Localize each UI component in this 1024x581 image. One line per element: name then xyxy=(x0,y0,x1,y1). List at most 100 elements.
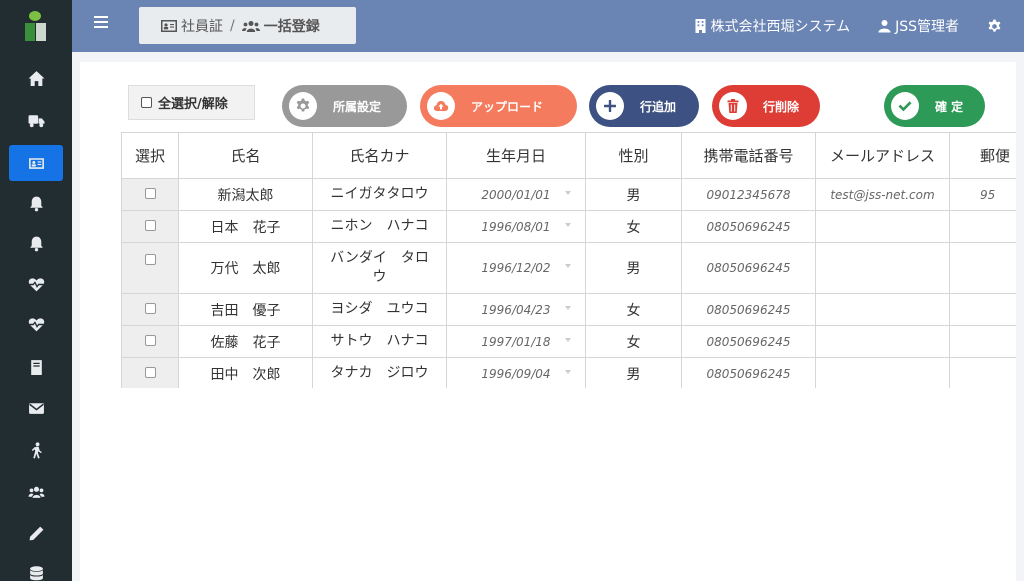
row-checkbox[interactable] xyxy=(144,219,156,231)
kana-cell[interactable]: バンダイ タロウ xyxy=(312,242,447,294)
postal-cell[interactable] xyxy=(949,210,1016,243)
employee-table-container[interactable]: 選択 氏名 氏名カナ 生年月日 性別 携帯電話番号 メールアドレス 郵便 新潟太… xyxy=(121,132,1016,388)
upload-label: アップロード xyxy=(471,99,544,114)
upload-button[interactable]: アップロード xyxy=(420,85,577,127)
email-cell[interactable] xyxy=(815,293,950,326)
email-cell[interactable] xyxy=(815,357,950,388)
kana-cell[interactable]: ニイガタタロウ xyxy=(312,178,447,211)
company-name: 株式会社西堀システム xyxy=(694,16,850,36)
gender-cell[interactable]: 男 xyxy=(585,178,682,211)
postal-cell[interactable]: 95 xyxy=(949,178,1016,211)
dropdown-arrow-icon[interactable] xyxy=(565,264,571,268)
row-checkbox[interactable] xyxy=(144,334,156,346)
heartbeat-icon[interactable] xyxy=(9,306,63,342)
dropdown-arrow-icon[interactable] xyxy=(565,222,571,227)
row-select-cell[interactable] xyxy=(121,325,179,358)
email-cell[interactable] xyxy=(815,210,950,243)
walking-icon[interactable] xyxy=(9,432,63,468)
truck-icon[interactable] xyxy=(9,102,63,138)
birthdate-cell[interactable]: 1996/08/01 xyxy=(446,210,586,243)
add-row-button[interactable]: 行追加 xyxy=(589,85,699,127)
kana-cell[interactable]: ニホン ハナコ xyxy=(312,210,447,243)
gender-cell[interactable]: 女 xyxy=(585,293,682,326)
bell-icon[interactable] xyxy=(9,225,63,261)
bell-icon[interactable] xyxy=(9,185,63,221)
birthdate-value: 1996/08/01 xyxy=(481,219,551,234)
check-icon xyxy=(898,101,912,112)
email-cell[interactable] xyxy=(815,242,950,294)
name-cell[interactable]: 吉田 優子 xyxy=(178,293,313,326)
table-header-row: 選択 氏名 氏名カナ 生年月日 性別 携帯電話番号 メールアドレス 郵便 xyxy=(121,132,1016,179)
kana-cell[interactable]: ヨシダ ユウコ xyxy=(312,293,447,326)
column-header-birthdate: 生年月日 xyxy=(446,132,586,179)
phone-cell[interactable]: 08050696245 xyxy=(681,210,816,243)
users-icon[interactable] xyxy=(9,474,63,510)
email-cell[interactable]: test@jss-net.com xyxy=(815,178,950,211)
envelope-icon[interactable] xyxy=(9,390,63,426)
hamburger-menu-icon[interactable] xyxy=(94,16,108,30)
gender-cell[interactable]: 男 xyxy=(585,242,682,294)
row-select-cell[interactable] xyxy=(121,242,179,294)
row-checkbox[interactable] xyxy=(144,366,156,378)
kana-cell[interactable]: サトウ ハナコ xyxy=(312,325,447,358)
birthdate-cell[interactable]: 1997/01/18 xyxy=(446,325,586,358)
user-menu[interactable]: JSS管理者 xyxy=(878,16,959,36)
postal-cell[interactable] xyxy=(949,357,1016,388)
name-cell[interactable]: 佐藤 花子 xyxy=(178,325,313,358)
row-select-cell[interactable] xyxy=(121,293,179,326)
dropdown-arrow-icon[interactable] xyxy=(565,337,571,342)
phone-cell[interactable]: 08050696245 xyxy=(681,325,816,358)
email-cell[interactable] xyxy=(815,325,950,358)
name-cell[interactable]: 万代 太郎 xyxy=(178,242,313,294)
birthdate-value: 1997/01/18 xyxy=(481,334,551,349)
home-icon[interactable] xyxy=(9,60,63,96)
users-icon xyxy=(241,20,260,32)
row-checkbox[interactable] xyxy=(144,254,156,265)
name-cell[interactable]: 田中 次郎 xyxy=(178,357,313,388)
employee-table: 選択 氏名 氏名カナ 生年月日 性別 携帯電話番号 メールアドレス 郵便 新潟太… xyxy=(121,132,1016,388)
postal-cell[interactable] xyxy=(949,242,1016,294)
table-row: 新潟太郎 ニイガタタロウ 2000/01/01 男 09012345678 te… xyxy=(121,178,1016,211)
row-select-cell[interactable] xyxy=(121,357,179,388)
dropdown-arrow-icon[interactable] xyxy=(565,305,571,310)
phone-cell[interactable]: 08050696245 xyxy=(681,242,816,294)
phone-cell[interactable]: 08050696245 xyxy=(681,357,816,388)
database-icon[interactable] xyxy=(9,555,63,581)
heartbeat-icon[interactable] xyxy=(9,266,63,302)
phone-cell[interactable]: 08050696245 xyxy=(681,293,816,326)
gender-cell[interactable]: 男 xyxy=(585,357,682,388)
pencil-icon[interactable] xyxy=(9,515,63,551)
postal-cell[interactable] xyxy=(949,325,1016,358)
id-card-icon[interactable] xyxy=(9,145,63,181)
row-select-cell[interactable] xyxy=(121,178,179,211)
settings-gear-icon[interactable] xyxy=(987,18,1002,34)
postal-cell[interactable] xyxy=(949,293,1016,326)
birthdate-cell[interactable]: 1996/12/02 xyxy=(446,242,586,294)
select-all-toggle[interactable]: 全選択/解除 xyxy=(128,85,255,120)
main-panel: 全選択/解除 所属設定 アップロード 行追加 行削除 確 定 選択 氏名 氏名カ… xyxy=(80,62,1016,581)
gender-cell[interactable]: 女 xyxy=(585,325,682,358)
birthdate-cell[interactable]: 1996/04/23 xyxy=(446,293,586,326)
phone-cell[interactable]: 09012345678 xyxy=(681,178,816,211)
column-header-phone: 携帯電話番号 xyxy=(681,132,816,179)
name-cell[interactable]: 日本 花子 xyxy=(178,210,313,243)
dropdown-arrow-icon[interactable] xyxy=(565,369,571,374)
birthdate-cell[interactable]: 2000/01/01 xyxy=(446,178,586,211)
name-cell[interactable]: 新潟太郎 xyxy=(178,178,313,211)
kana-cell[interactable]: タナカ ジロウ xyxy=(312,357,447,388)
select-all-checkbox[interactable] xyxy=(141,97,152,108)
book-icon[interactable] xyxy=(9,349,63,385)
column-header-email: メールアドレス xyxy=(815,132,950,179)
birthdate-cell[interactable]: 1996/09/04 xyxy=(446,357,586,388)
table-row: 日本 花子 ニホン ハナコ 1996/08/01 女 08050696245 xyxy=(121,210,1016,243)
confirm-button[interactable]: 確 定 xyxy=(884,85,985,127)
gender-cell[interactable]: 女 xyxy=(585,210,682,243)
dropdown-arrow-icon[interactable] xyxy=(565,190,571,195)
row-checkbox[interactable] xyxy=(144,187,156,199)
row-select-cell[interactable] xyxy=(121,210,179,243)
delete-row-button[interactable]: 行削除 xyxy=(712,85,820,127)
breadcrumb-parent[interactable]: 社員証 xyxy=(181,16,223,36)
row-checkbox[interactable] xyxy=(144,302,156,314)
affiliation-settings-button[interactable]: 所属設定 xyxy=(282,85,407,127)
app-logo[interactable] xyxy=(0,0,72,52)
